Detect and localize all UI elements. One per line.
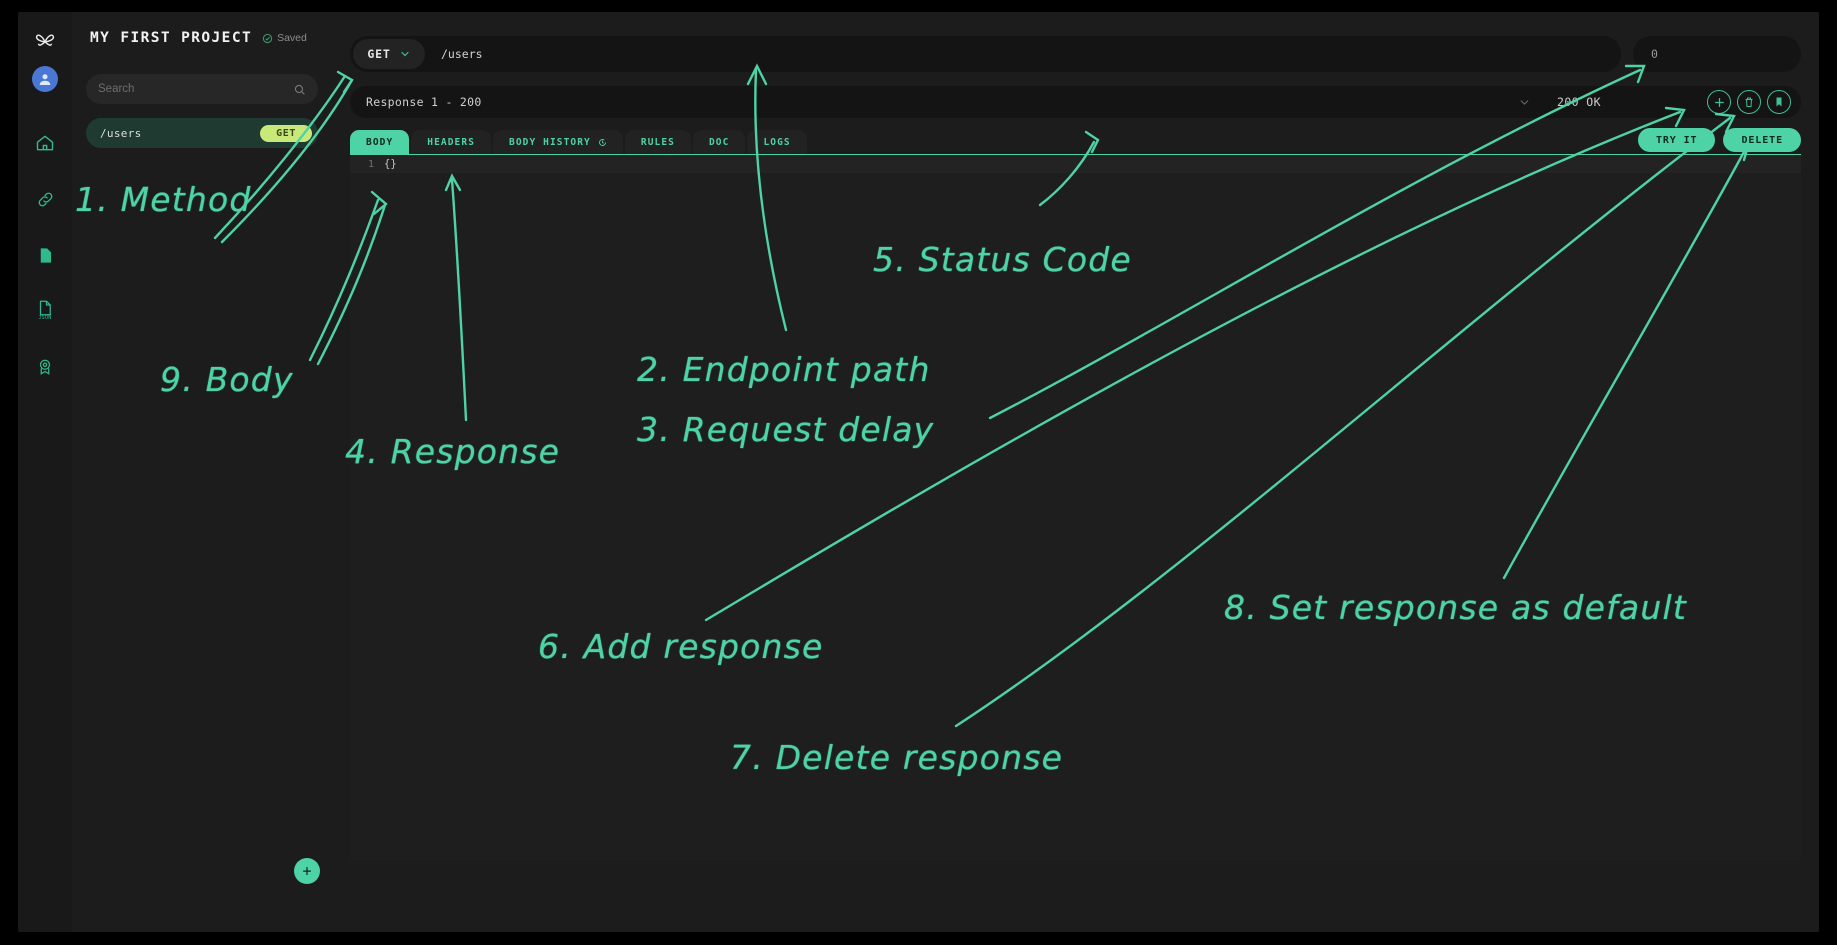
tab-doc[interactable]: DOC [692, 130, 746, 154]
check-circle-icon [262, 33, 273, 44]
annotation-note-5: 5. Status Code [873, 240, 1132, 279]
response-select[interactable]: Response 1 - 200 [350, 86, 1557, 118]
url-group: GET [350, 36, 1621, 72]
route-path: /users [100, 126, 142, 140]
route-method-badge: GET [260, 124, 312, 142]
try-it-button[interactable]: TRY IT [1637, 128, 1716, 152]
add-route-button[interactable]: + [294, 858, 320, 884]
tab-label: HEADERS [427, 136, 476, 148]
response-label: Response 1 - 200 [366, 95, 482, 109]
chevron-down-icon [399, 48, 411, 60]
request-delay-input[interactable] [1651, 47, 1783, 61]
status-code-label: 200 OK [1557, 95, 1601, 109]
tab-actions: TRY IT DELETE [1637, 128, 1801, 152]
annotation-note-8: 8. Set response as default [1224, 588, 1687, 627]
delete-button[interactable]: DELETE [1723, 128, 1801, 152]
tab-label: LOGS [763, 136, 791, 148]
home-icon[interactable] [28, 126, 62, 160]
app-window: JSON MY FIRST PROJECT Saved Search /user… [18, 12, 1819, 932]
request-delay-group [1633, 36, 1801, 72]
list-item[interactable]: /users GET [86, 118, 318, 148]
response-bar: Response 1 - 200 200 OK [350, 86, 1801, 118]
main-panel: GET Response 1 - 200 200 OK [332, 12, 1819, 932]
annotation-note-3: 3. Request delay [637, 410, 935, 449]
json-file-icon[interactable]: JSON [28, 294, 62, 328]
response-actions [1707, 90, 1797, 114]
annotation-note-1: 1. Method [75, 180, 252, 219]
project-header: MY FIRST PROJECT Saved [86, 12, 318, 64]
saved-label: Saved [277, 32, 307, 44]
annotation-note-6: 6. Add response [538, 627, 824, 666]
search-box[interactable] [86, 74, 318, 104]
tab-headers[interactable]: HEADERS [411, 130, 492, 154]
link-icon[interactable] [28, 182, 62, 216]
method-select[interactable]: GET [353, 39, 425, 69]
tab-label: DOC [708, 136, 730, 148]
tab-rules[interactable]: RULES [624, 130, 691, 154]
tab-row: BODY HEADERS BODY HISTORY RULES DOC LOGS [350, 128, 1801, 154]
endpoint-path-input[interactable] [425, 47, 1618, 61]
request-bar: GET [350, 36, 1801, 72]
icon-rail: JSON [18, 12, 72, 932]
route-list: /users GET [86, 118, 318, 148]
tab-label: BODY [366, 136, 394, 148]
tab-logs[interactable]: LOGS [747, 130, 807, 154]
tab-body[interactable]: BODY [350, 130, 410, 154]
clock-icon [598, 138, 607, 147]
add-response-button[interactable] [1707, 90, 1731, 114]
annotation-note-7: 7. Delete response [730, 738, 1064, 777]
tab-label: BODY HISTORY [509, 136, 591, 148]
delete-response-button[interactable] [1737, 90, 1761, 114]
annotation-note-4: 4. Response [345, 432, 561, 471]
user-avatar-icon[interactable] [28, 58, 62, 92]
sidebar: MY FIRST PROJECT Saved /users [72, 12, 332, 932]
code-line: 1 {} [350, 155, 1801, 173]
page-title: MY FIRST PROJECT [90, 30, 253, 46]
butterfly-logo-icon[interactable] [28, 24, 62, 58]
annotation-note-2: 2. Endpoint path [637, 350, 931, 389]
tab-body-history[interactable]: BODY HISTORY [493, 130, 623, 154]
document-icon[interactable] [28, 238, 62, 272]
annotation-note-9: 9. Body [160, 360, 294, 399]
status-badge: Saved [262, 32, 307, 44]
code-content: {} [384, 158, 397, 170]
method-label: GET [367, 47, 391, 61]
tab-label: RULES [640, 136, 675, 148]
line-number: 1 [367, 158, 374, 170]
badge-icon[interactable] [28, 350, 62, 384]
json-label: JSON [38, 315, 52, 321]
search-icon[interactable] [293, 83, 306, 96]
search-input[interactable] [98, 83, 293, 95]
chevron-down-icon[interactable] [1518, 96, 1531, 109]
set-default-response-button[interactable] [1767, 90, 1791, 114]
